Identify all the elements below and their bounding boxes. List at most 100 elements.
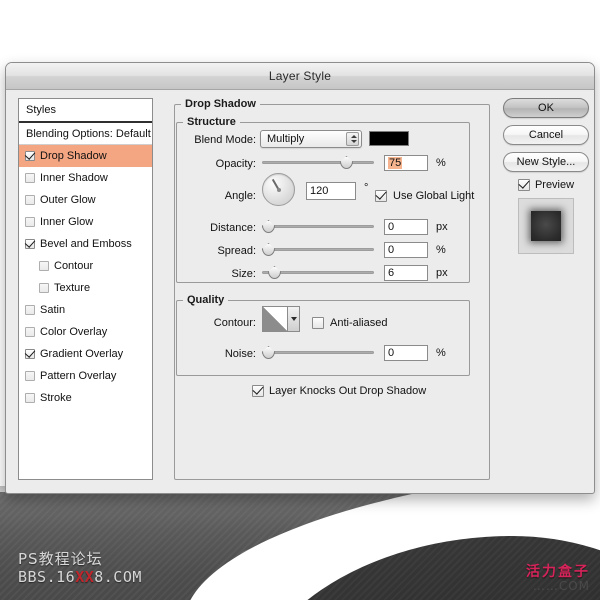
opacity-label-wrap: Opacity: xyxy=(190,158,256,170)
spread-slider[interactable] xyxy=(262,242,374,256)
watermark-left-url: BBS.16XX8.COM xyxy=(18,567,142,586)
opacity-input[interactable]: 75 xyxy=(384,155,428,171)
chevron-updown-icon xyxy=(346,132,359,146)
drop-shadow-group-title: Drop Shadow xyxy=(185,98,256,110)
cancel-button-label: Cancel xyxy=(528,129,564,141)
spread-value: 0 xyxy=(388,244,395,256)
styles-list-header[interactable]: Styles xyxy=(19,99,152,123)
preview-toggle-row[interactable]: Preview xyxy=(503,179,589,191)
checkbox-drop-shadow[interactable] xyxy=(25,151,35,161)
new-style-button[interactable]: New Style... xyxy=(503,152,589,172)
watermark-url-red: XX xyxy=(75,567,95,586)
checkbox-inner-shadow[interactable] xyxy=(25,173,35,183)
sidebar-item-inner-shadow[interactable]: Inner Shadow xyxy=(19,167,152,189)
noise-label: Noise: xyxy=(224,348,256,360)
dialog-title: Layer Style xyxy=(268,69,332,83)
sidebar-item-contour[interactable]: Contour xyxy=(19,255,152,277)
dialog-titlebar[interactable]: Layer Style xyxy=(6,63,594,90)
spread-slider-track xyxy=(262,248,374,251)
cancel-button[interactable]: Cancel xyxy=(503,125,589,145)
contour-preview[interactable] xyxy=(262,306,300,332)
sidebar-item-outer-glow[interactable]: Outer Glow xyxy=(19,189,152,211)
checkbox-layer-knocks-out[interactable] xyxy=(252,385,264,397)
spread-input[interactable]: 0 xyxy=(384,242,428,258)
watermark-url-suffix: 8.COM xyxy=(94,567,142,586)
layer-knocks-out-label: Layer Knocks Out Drop Shadow xyxy=(269,385,427,397)
layer-style-dialog: Layer Style Styles Blending Options: Def… xyxy=(5,62,595,494)
preview-thumbnail-shape xyxy=(531,211,561,241)
noise-input[interactable]: 0 xyxy=(384,345,428,361)
checkbox-use-global-light[interactable] xyxy=(375,190,387,202)
size-input[interactable]: 6 xyxy=(384,265,428,281)
sidebar-item-drop-shadow[interactable]: Drop Shadow xyxy=(19,145,152,167)
distance-slider[interactable] xyxy=(262,219,374,233)
checkbox-bevel-and-emboss[interactable] xyxy=(25,239,35,249)
angle-unit: ° xyxy=(364,182,369,194)
size-slider-thumb[interactable] xyxy=(268,266,281,279)
distance-input[interactable]: 0 xyxy=(384,219,428,235)
distance-slider-thumb[interactable] xyxy=(262,220,275,233)
sidebar-item-pattern-overlay[interactable]: Pattern Overlay xyxy=(19,365,152,387)
distance-value: 0 xyxy=(388,221,395,233)
size-slider[interactable] xyxy=(262,265,374,279)
blend-mode-select[interactable]: Multiply xyxy=(260,130,362,148)
sidebar-item-bevel-and-emboss[interactable]: Bevel and Emboss xyxy=(19,233,152,255)
sidebar-item-texture[interactable]: Texture xyxy=(19,277,152,299)
angle-dial[interactable] xyxy=(262,173,295,206)
angle-label: Angle: xyxy=(224,190,256,202)
noise-slider[interactable] xyxy=(262,345,374,359)
styles-list-panel: Styles Blending Options: Default Drop Sh… xyxy=(18,98,153,480)
spread-label: Spread: xyxy=(217,245,256,257)
distance-unit: px xyxy=(436,221,448,233)
sidebar-item-gradient-overlay[interactable]: Gradient Overlay xyxy=(19,343,152,365)
checkbox-satin[interactable] xyxy=(25,305,35,315)
sidebar-item-stroke[interactable]: Stroke xyxy=(19,387,152,409)
blending-options-label: Blending Options: Default xyxy=(26,127,151,140)
use-global-light-label: Use Global Light xyxy=(393,190,475,202)
sidebar-label-bevel-and-emboss: Bevel and Emboss xyxy=(40,238,132,250)
angle-input[interactable]: 120 xyxy=(306,182,356,200)
spread-slider-thumb[interactable] xyxy=(262,243,275,256)
sidebar-item-color-overlay[interactable]: Color Overlay xyxy=(19,321,152,343)
checkbox-inner-glow[interactable] xyxy=(25,217,35,227)
watermark-right: 活力盒子 ……COM xyxy=(526,565,590,592)
opacity-slider-thumb[interactable] xyxy=(340,156,353,169)
shadow-color-swatch[interactable] xyxy=(369,131,409,146)
checkbox-preview[interactable] xyxy=(517,179,530,191)
contour-curve-graphic xyxy=(263,307,287,331)
sidebar-label-pattern-overlay: Pattern Overlay xyxy=(40,370,117,382)
angle-label-wrap: Angle: xyxy=(190,190,256,202)
anti-aliased-row[interactable]: Anti-aliased xyxy=(312,317,387,329)
blending-options-row[interactable]: Blending Options: Default xyxy=(19,123,152,145)
checkbox-anti-aliased[interactable] xyxy=(312,317,324,329)
opacity-slider[interactable] xyxy=(262,155,374,169)
checkbox-outer-glow[interactable] xyxy=(25,195,35,205)
checkbox-contour[interactable] xyxy=(39,261,49,271)
preview-thumbnail xyxy=(518,198,574,254)
sidebar-label-satin: Satin xyxy=(40,304,66,316)
sidebar-item-inner-glow[interactable]: Inner Glow xyxy=(19,211,152,233)
distance-slider-track xyxy=(262,225,374,228)
checkbox-texture[interactable] xyxy=(39,283,49,293)
quality-group: Quality xyxy=(176,294,470,376)
layer-knocks-out-row[interactable]: Layer Knocks Out Drop Shadow xyxy=(252,385,426,397)
checkbox-color-overlay[interactable] xyxy=(25,327,35,337)
checkbox-gradient-overlay[interactable] xyxy=(25,349,35,359)
noise-slider-thumb[interactable] xyxy=(262,346,275,359)
size-label-wrap: Size: xyxy=(180,268,256,280)
contour-label-wrap: Contour: xyxy=(180,317,256,329)
contour-dropdown-button[interactable] xyxy=(287,307,299,331)
size-unit: px xyxy=(436,267,448,279)
contour-label: Contour: xyxy=(213,317,256,329)
ok-button[interactable]: OK xyxy=(503,98,589,118)
noise-slider-track xyxy=(262,351,374,354)
blend-mode-label-wrap: Blend Mode: xyxy=(190,134,256,146)
watermark-left: PS教程论坛 BBS.16XX8.COM xyxy=(18,551,142,586)
sidebar-label-contour: Contour xyxy=(54,260,94,272)
checkbox-pattern-overlay[interactable] xyxy=(25,371,35,381)
structure-group-title: Structure xyxy=(187,116,236,128)
checkbox-stroke[interactable] xyxy=(25,393,35,403)
use-global-light-row[interactable]: Use Global Light xyxy=(375,190,474,202)
spread-label-wrap: Spread: xyxy=(180,245,256,257)
sidebar-item-satin[interactable]: Satin xyxy=(19,299,152,321)
